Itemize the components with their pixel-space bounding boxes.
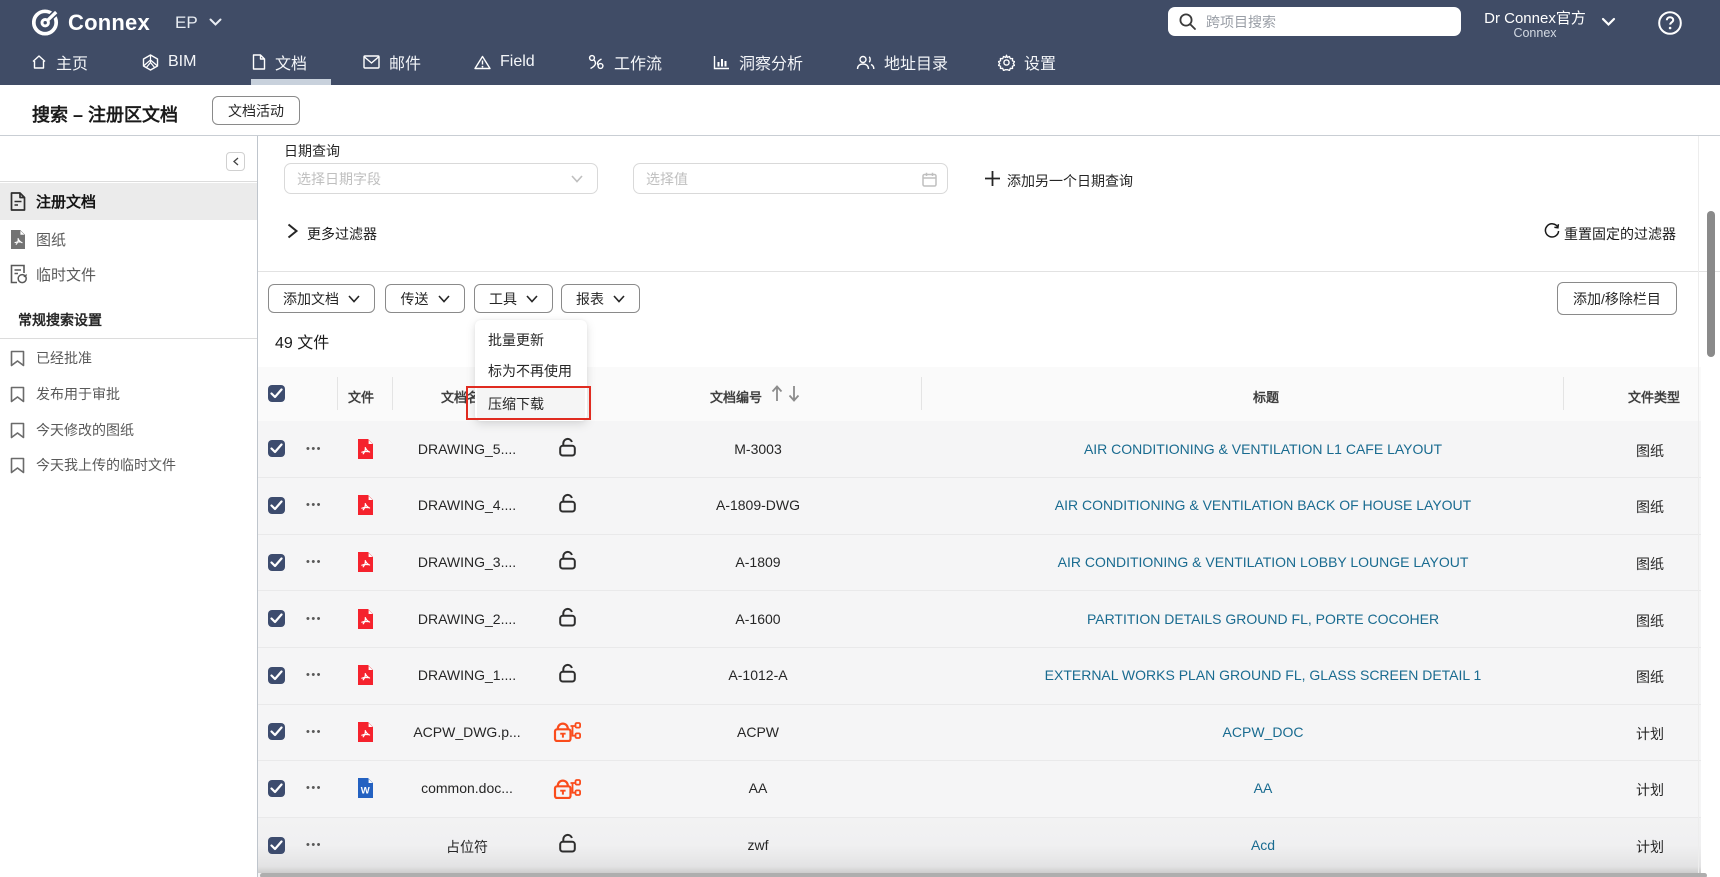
svg-text:W: W: [360, 786, 369, 797]
